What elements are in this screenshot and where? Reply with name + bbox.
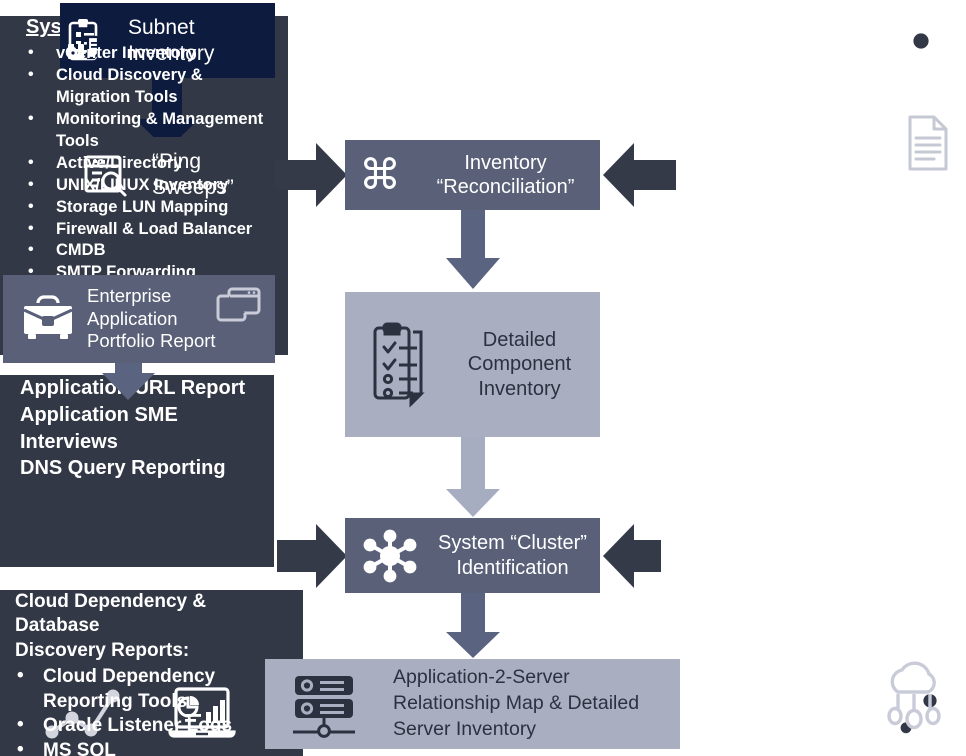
checklist-clipboard-icon [373, 322, 425, 408]
node-detailed-component-inventory-label: Detailed Component Inventory [467, 328, 572, 400]
panel-cloud-dependency[interactable]: Cloud Dependency & Database Discovery Re… [0, 590, 941, 756]
arrow-cluster-to-map [446, 593, 500, 658]
command-icon: ⌘ [359, 150, 401, 199]
panel-application-reports[interactable]: Application URL Report Application SME I… [0, 375, 274, 739]
arrow-clouddep-to-cluster [603, 524, 661, 588]
list-item: Oracle Listener Logs [15, 713, 273, 739]
list-item: Cloud Discovery & Migration Tools [26, 64, 274, 109]
application-reports-lines: Application URL Report Application SME I… [20, 377, 246, 480]
list-item: vCenter Inventory [26, 42, 274, 65]
cloud-dependency-list: Cloud Dependency Reporting Tools Oracle … [0, 664, 303, 756]
server-rack-icon [293, 676, 355, 738]
list-item: Active/Directory [26, 152, 274, 175]
list-item: Firewall & Load Balancer [26, 218, 274, 241]
node-app2server-map[interactable]: Application-2-Server Relationship Map & … [265, 659, 680, 749]
arrow-reports-to-reconciliation [603, 143, 676, 207]
node-cluster-icon [363, 529, 417, 582]
windows-stack-icon [216, 287, 261, 322]
list-item: Storage LUN Mapping [26, 196, 274, 219]
list-item: CMDB [26, 239, 274, 262]
node-cluster-identification[interactable]: System “Cluster” Identification [345, 518, 600, 593]
list-item: UNIX/LINUX Inventory [26, 174, 274, 197]
node-enterprise-portfolio[interactable]: Enterprise Application Portfolio Report [3, 275, 275, 363]
cloud-dependency-title: Cloud Dependency & Database Discovery Re… [15, 591, 207, 661]
node-detailed-component-inventory[interactable]: Detailed Component Inventory [345, 292, 600, 437]
list-item: Monitoring & Management Tools [26, 108, 274, 153]
arrow-detailed-to-cluster [446, 437, 500, 517]
node-inventory-reconciliation-label: Inventory “Reconciliation” [436, 151, 575, 198]
node-inventory-reconciliation[interactable]: ⌘ Inventory “Reconciliation” [345, 140, 600, 210]
gear-icon [899, 20, 943, 59]
document-icon [908, 115, 948, 171]
list-item: MS SQL [15, 738, 273, 756]
diagram-canvas: Subnet Inventory “Ping Sweeps” ⌘ Invento… [0, 0, 966, 756]
briefcase-icon [23, 295, 73, 339]
node-cluster-identification-label: System “Cluster” Identification [438, 532, 587, 579]
arrow-reconciliation-to-detailed [446, 210, 500, 289]
list-item: Cloud Dependency Reporting Tools [15, 664, 273, 714]
system-reports-list: vCenter Inventory Cloud Discovery & Migr… [0, 42, 288, 306]
node-app2server-map-label: Application-2-Server Relationship Map & … [393, 666, 640, 740]
arrow-appreports-to-cluster [277, 524, 347, 588]
cloud-network-icon [887, 661, 941, 730]
